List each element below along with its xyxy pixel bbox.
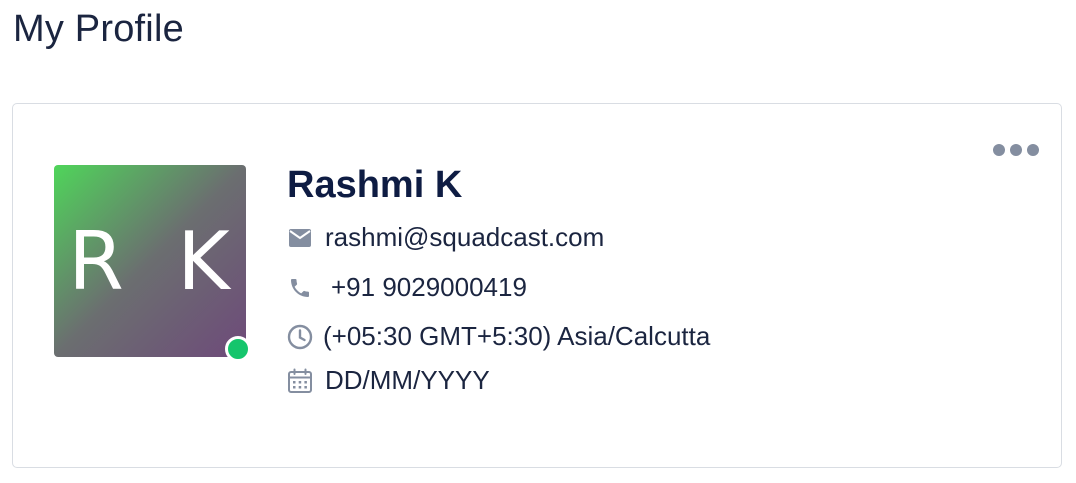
clock-icon xyxy=(287,324,313,350)
user-name: Rashmi K xyxy=(287,164,463,206)
phone-icon xyxy=(287,275,313,301)
online-status-indicator xyxy=(225,336,251,362)
more-dot xyxy=(993,144,1005,156)
more-options-button[interactable] xyxy=(993,144,1039,156)
avatar-initials: R K xyxy=(68,214,244,308)
profile-card: R K Rashmi K rashmi@squadcast.com +91 90… xyxy=(12,103,1062,468)
page-title: My Profile xyxy=(13,8,184,50)
more-dot xyxy=(1010,144,1022,156)
calendar-icon xyxy=(287,368,313,394)
phone-text: +91 9029000419 xyxy=(331,272,527,302)
email-text: rashmi@squadcast.com xyxy=(325,222,605,252)
email-row: rashmi@squadcast.com xyxy=(287,222,604,253)
timezone-text: (+05:30 GMT+5:30) Asia/Calcutta xyxy=(323,321,711,351)
avatar: R K xyxy=(54,165,246,357)
phone-row: +91 9029000419 xyxy=(287,272,527,303)
more-dot xyxy=(1027,144,1039,156)
date-text: DD/MM/YYYY xyxy=(325,365,490,395)
mail-icon xyxy=(287,225,313,251)
timezone-row: (+05:30 GMT+5:30) Asia/Calcutta xyxy=(287,321,710,352)
date-row: DD/MM/YYYY xyxy=(287,365,490,396)
